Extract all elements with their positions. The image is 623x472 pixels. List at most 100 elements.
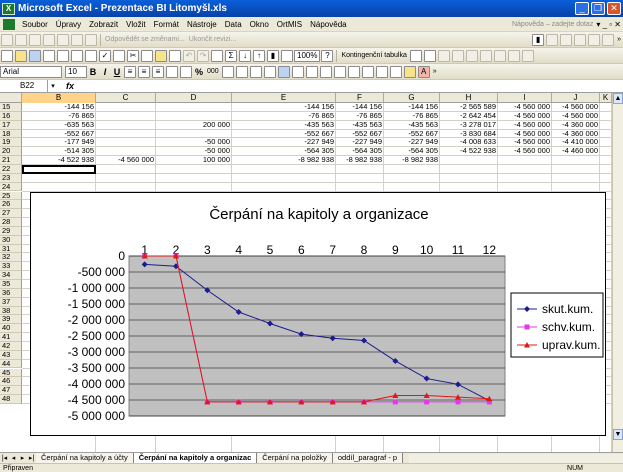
table-cell[interactable]: -227 949 xyxy=(336,138,384,146)
table-cell[interactable]: -435 563 xyxy=(232,120,336,129)
ungroup-icon[interactable] xyxy=(319,65,332,78)
column-header-b[interactable]: B xyxy=(22,93,96,103)
nav-back-icon[interactable] xyxy=(507,49,520,62)
table-cell[interactable]: -552 667 xyxy=(232,129,336,138)
horizontal-scrollbar[interactable] xyxy=(409,453,623,463)
table-cell[interactable]: -552 667 xyxy=(384,129,440,138)
increase-decimal-icon[interactable] xyxy=(221,65,234,78)
nav-forward-icon[interactable] xyxy=(521,49,534,62)
table-cell[interactable]: -8 982 938 xyxy=(232,156,336,164)
table-cell[interactable]: -564 305 xyxy=(336,147,384,155)
active-cell[interactable] xyxy=(22,164,96,174)
menu-item-format[interactable]: Formát xyxy=(150,20,183,29)
table-cell[interactable]: -4 560 000 xyxy=(498,103,552,111)
pivot-format-icon[interactable] xyxy=(423,49,436,62)
table-cell[interactable]: -4 522 938 xyxy=(440,147,498,155)
column-header-j[interactable]: J xyxy=(552,93,600,103)
border-dropdown-icon[interactable] xyxy=(389,65,402,78)
permission-icon[interactable] xyxy=(43,49,55,62)
fill-color-icon[interactable] xyxy=(403,65,416,78)
table-cell[interactable]: -8 982 938 xyxy=(336,156,384,164)
name-box-dropdown-icon[interactable]: ▾ xyxy=(48,82,58,90)
next-sheet-icon[interactable]: ▸ xyxy=(18,454,27,462)
table-grid-icon[interactable] xyxy=(560,33,573,46)
menu-item-zobrazit[interactable]: Zobrazit xyxy=(85,20,122,29)
drawing-icon[interactable] xyxy=(281,49,293,62)
table-cell[interactable]: -50 000 xyxy=(156,138,232,146)
toolbar-options-icon[interactable]: » xyxy=(433,68,437,75)
subtotal-icon[interactable] xyxy=(347,65,360,78)
align-center-icon[interactable]: ≡ xyxy=(138,65,150,78)
new-document-icon[interactable] xyxy=(1,49,13,62)
sheet-tab-active[interactable]: Čerpání na kapitoly a organizac xyxy=(133,453,258,463)
table-cell[interactable]: -552 667 xyxy=(336,129,384,138)
table-cell[interactable]: -227 949 xyxy=(384,138,440,146)
table-cell[interactable]: -144 156 xyxy=(384,103,440,111)
table-cell[interactable]: -4 360 000 xyxy=(552,129,600,138)
maximize-button[interactable]: ❐ xyxy=(591,2,605,15)
sort-ascending-icon[interactable]: ↓ xyxy=(239,49,251,62)
draw-table-icon[interactable] xyxy=(546,33,559,46)
table-cell[interactable]: -50 000 xyxy=(156,147,232,155)
table-cell[interactable]: -8 982 938 xyxy=(384,156,440,164)
align-left-icon[interactable]: ≡ xyxy=(124,65,136,78)
menu-item-nastroje[interactable]: Nástroje xyxy=(183,20,221,29)
font-color-icon[interactable]: A xyxy=(417,65,430,78)
pivot-chart-icon[interactable] xyxy=(409,49,422,62)
column-header-c[interactable]: C xyxy=(96,93,156,103)
sheet-tab[interactable]: Čerpání na položky xyxy=(257,453,333,463)
copy-icon[interactable] xyxy=(141,49,153,62)
save-icon[interactable] xyxy=(29,49,41,62)
help-search-input[interactable]: Nápověda – zadejte dotaz xyxy=(512,21,596,28)
field-list-icon[interactable] xyxy=(493,49,506,62)
text-direction-icon[interactable] xyxy=(361,65,374,78)
column-header-g[interactable]: G xyxy=(384,93,440,103)
table-cell[interactable]: -144 156 xyxy=(232,103,336,111)
new-comment-icon[interactable] xyxy=(1,33,13,46)
columns-icon[interactable] xyxy=(588,33,601,46)
table-cell[interactable]: -4 560 000 xyxy=(552,103,600,111)
research-icon[interactable] xyxy=(113,49,125,62)
end-review-button[interactable]: Ukončit revizi... xyxy=(189,36,236,43)
toolbar-options-icon[interactable]: » xyxy=(617,36,621,43)
bold-button[interactable]: B xyxy=(87,67,99,77)
close-button[interactable]: ✕ xyxy=(607,2,621,15)
table-cell[interactable]: -4 560 000 xyxy=(498,120,552,129)
table-cell[interactable]: -76 865 xyxy=(232,111,336,120)
paste-icon[interactable] xyxy=(155,49,167,62)
format-painter-icon[interactable] xyxy=(169,49,181,62)
table-cell[interactable]: -3 830 684 xyxy=(440,129,498,138)
underline-button[interactable]: U xyxy=(111,67,123,77)
show-comment-icon[interactable] xyxy=(43,33,55,46)
table-cell[interactable]: -4 560 000 xyxy=(552,111,600,120)
thousands-button[interactable]: 000 xyxy=(207,68,219,75)
scroll-down-icon[interactable]: ▼ xyxy=(613,429,623,440)
reply-with-changes-button[interactable]: Odpovědět se změnami... xyxy=(105,36,185,43)
help-icon[interactable]: ? xyxy=(321,49,334,62)
table-cell[interactable]: -144 156 xyxy=(336,103,384,111)
insert-function-button[interactable]: fx xyxy=(58,81,88,91)
column-header-e[interactable]: E xyxy=(232,93,336,103)
pivot-table-menu[interactable]: Kontingenční tabulka xyxy=(341,52,406,59)
select-all-corner[interactable] xyxy=(0,93,22,103)
table-cell[interactable]: -564 305 xyxy=(232,147,336,155)
menu-item-upravy[interactable]: Úpravy xyxy=(52,20,85,29)
track-changes-icon[interactable] xyxy=(85,33,97,46)
menu-item-soubor[interactable]: Soubor xyxy=(18,20,52,29)
workbook-icon[interactable] xyxy=(3,18,15,30)
table-cell[interactable]: -4 560 000 xyxy=(498,129,552,138)
table-cell[interactable]: -227 949 xyxy=(232,138,336,146)
column-header-i[interactable]: I xyxy=(498,93,552,103)
row-header[interactable]: 48 xyxy=(0,395,22,404)
menu-item-vlozit[interactable]: Vložit xyxy=(122,20,150,29)
next-comment-icon[interactable] xyxy=(29,33,41,46)
font-size-select[interactable]: 10 xyxy=(65,65,87,78)
table-cell[interactable]: -4 560 000 xyxy=(498,147,552,155)
chart-wizard-icon[interactable]: ▮ xyxy=(532,33,545,46)
redo-icon[interactable]: ↷ xyxy=(197,49,209,62)
table-cell[interactable]: -4 560 000 xyxy=(96,156,156,164)
show-all-comments-icon[interactable] xyxy=(57,33,69,46)
decrease-decimal-icon[interactable] xyxy=(235,65,248,78)
column-header-h[interactable]: H xyxy=(440,93,498,103)
table-cell[interactable]: 200 000 xyxy=(156,120,232,129)
